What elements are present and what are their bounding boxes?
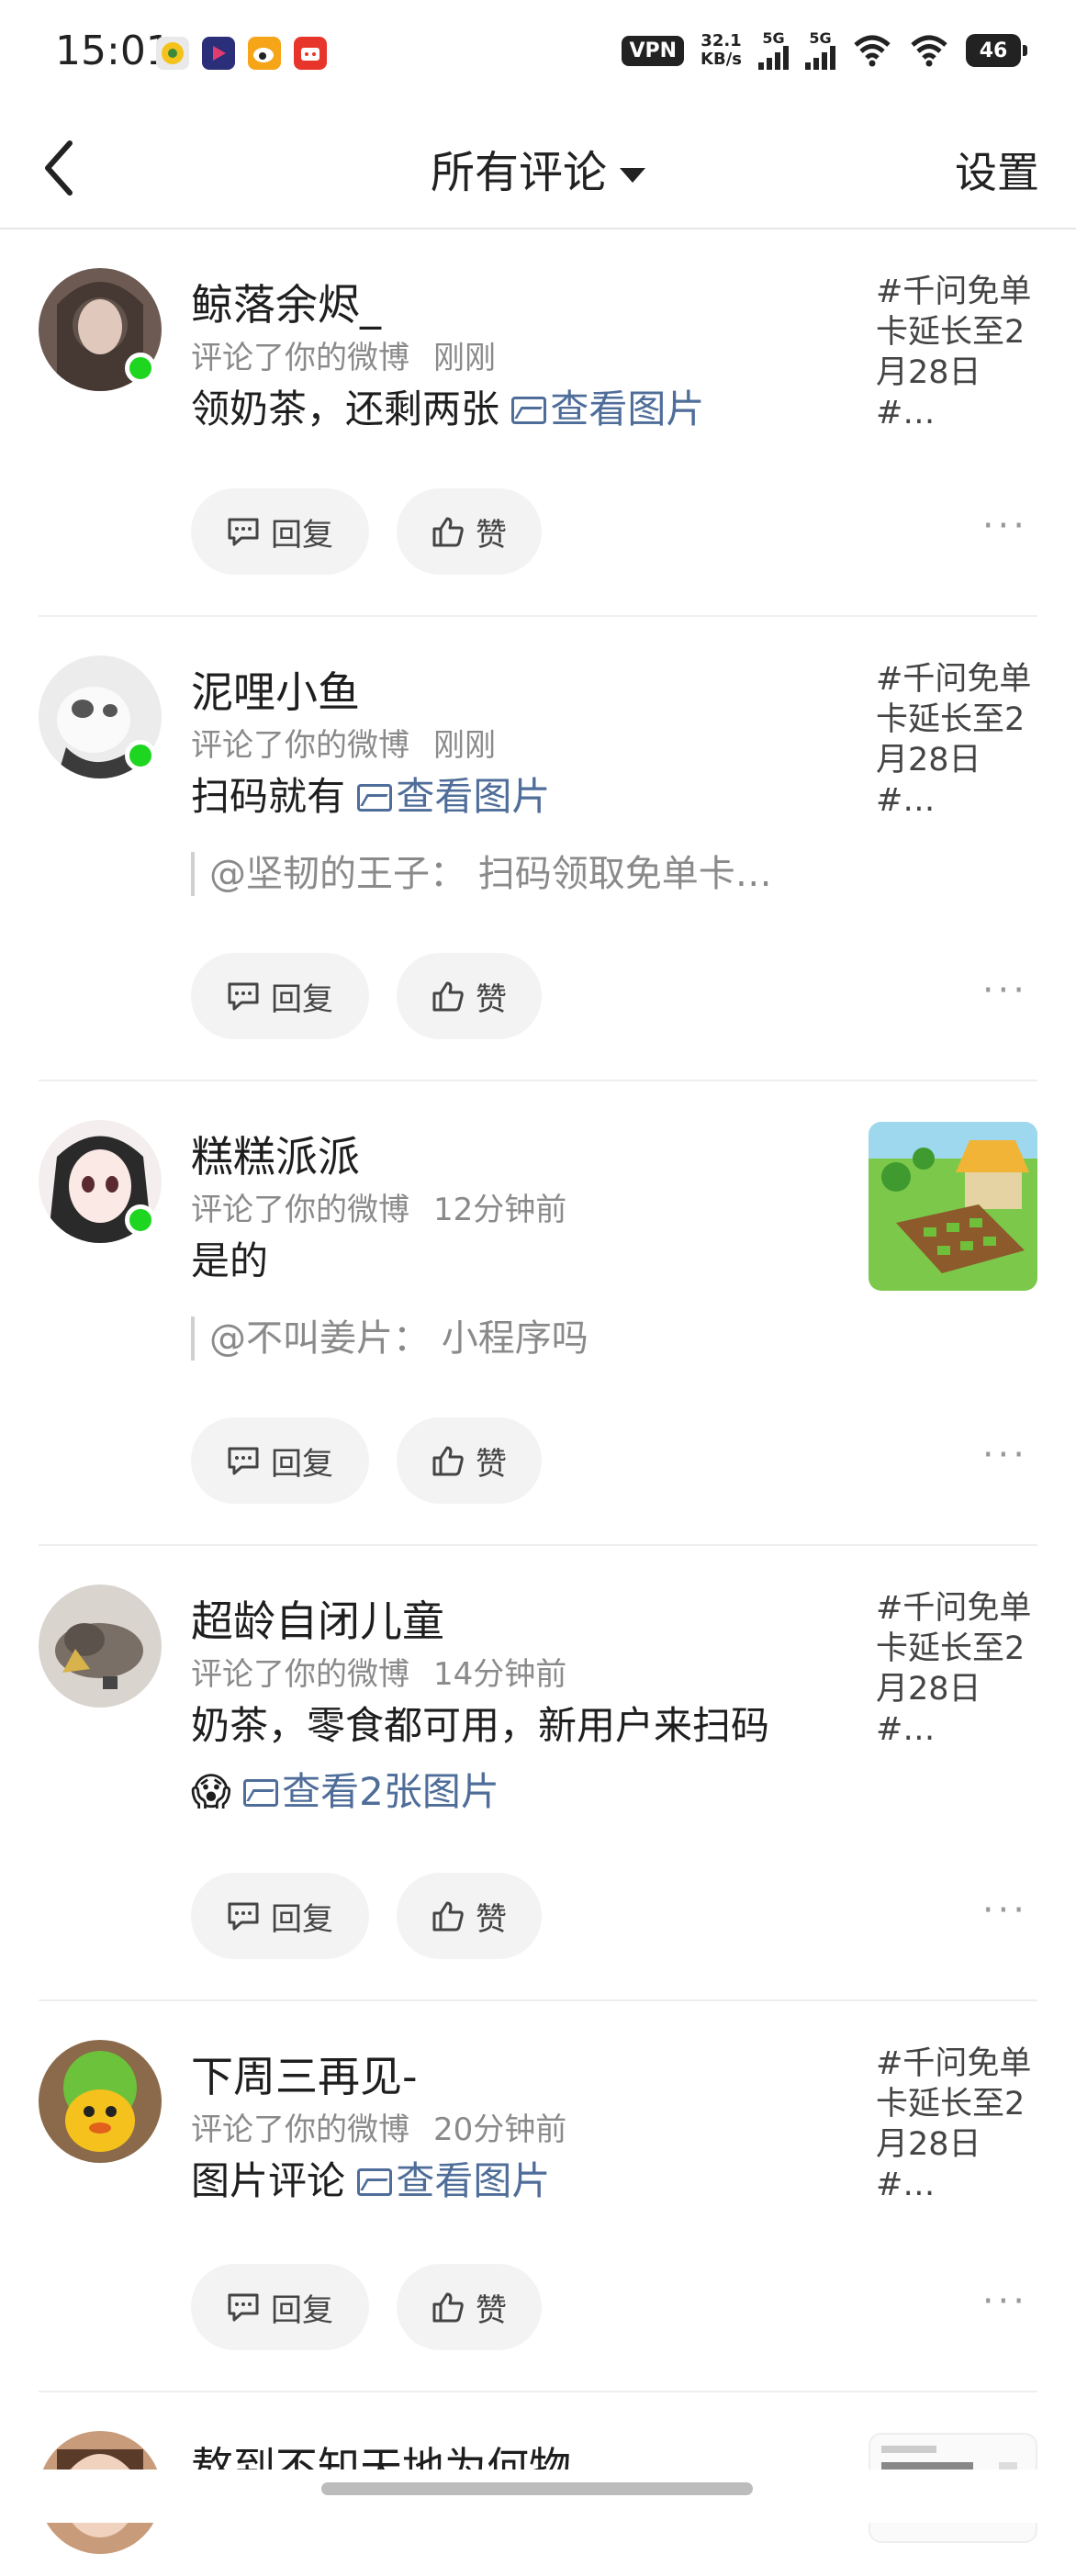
status-time: 15:01 [55,28,172,74]
thumbs-up-icon [432,517,464,547]
comment-meta: 评论了你的微博 20分钟前 [191,2111,567,2148]
vpn-badge: VPN [622,35,685,66]
image-icon [357,2168,393,2196]
like-button[interactable]: 赞 [397,1417,542,1504]
view-image-link[interactable]: 查看图片 [511,386,704,431]
comment-meta: 评论了你的微博 刚刚 [191,727,496,764]
quoted-comment[interactable]: @坚韧的王子： 扫码领取免单卡… [191,852,772,896]
comment-icon [228,982,259,1011]
topic-snippet[interactable]: #千问免单卡延长至2月28日#… [876,2044,1037,2205]
comment-text: 是的 [191,1238,269,1283]
like-button[interactable]: 赞 [397,488,542,575]
reply-button[interactable]: 回复 [191,953,369,1039]
more-options-button[interactable]: ··· [982,969,1028,1012]
image-icon [357,784,393,812]
more-options-button[interactable]: ··· [982,1889,1028,1932]
comment-item[interactable]: 鲸落余烬_ 评论了你的微博 刚刚 #千问免单卡延长至2月28日#… 领奶茶，还剩两… [39,230,1037,617]
comment-text: 领奶茶，还剩两张 查看图片 [191,386,705,431]
app-icon-2 [202,37,235,70]
thumbs-up-icon [432,1901,464,1932]
comment-icon [228,2293,259,2322]
reply-button[interactable]: 回复 [191,1873,369,1959]
view-image-link[interactable]: 查看图片 [357,774,550,819]
image-icon [243,1779,279,1807]
network-speed: 32.1 KB/s [701,31,742,69]
comment-text: 奶茶，零食都可用，新用户来扫码 😱 查看2张图片 [191,1703,770,1814]
battery-icon: 46 [966,34,1027,67]
weibo-icon [248,37,281,70]
app-icon-1 [156,37,189,70]
topic-snippet[interactable]: #千问免单卡延长至2月28日#… [876,272,1037,433]
comment-icon [228,1902,259,1931]
comment-list: 鲸落余烬_ 评论了你的微博 刚刚 #千问免单卡延长至2月28日#… 领奶茶，还剩两… [0,230,1076,2576]
page-title: 所有评论 [430,147,607,198]
more-options-button[interactable]: ··· [982,505,1028,547]
thumbs-up-icon [432,2292,464,2323]
comment-icon [228,518,259,546]
comment-item[interactable]: 下周三再见- 评论了你的微博 20分钟前 #千问免单卡延长至2月28日#… 图片评… [39,2001,1037,2392]
reply-button[interactable]: 回复 [191,2264,369,2350]
nav-bar: 所有评论 设置 [0,108,1076,230]
user-name[interactable]: 超龄自闭儿童 [191,1588,444,1649]
thumbs-up-icon [432,981,464,1012]
comment-item[interactable]: 泥哩小鱼 评论了你的微博 刚刚 #千问免单卡延长至2月28日#… 扫码就有 查看图… [39,617,1037,1081]
reply-button[interactable]: 回复 [191,1417,369,1504]
caret-down-icon [620,168,645,183]
wifi-icon-1 [854,35,891,67]
comment-icon [228,1447,259,1475]
topic-snippet[interactable]: #千问免单卡延长至2月28日#… [876,1588,1037,1750]
view-image-link[interactable]: 查看图片 [357,2158,550,2203]
thumbs-up-icon [432,1446,464,1476]
topic-snippet[interactable]: #千问免单卡延长至2月28日#… [876,659,1037,821]
shocked-emoji: 😱 [191,1769,231,1814]
user-name[interactable]: 糕糕派派 [191,1124,360,1184]
comment-item[interactable]: 糕糕派派 评论了你的微博 12分钟前 是的 @不叫姜片： 小程序吗 回复 赞 ··… [39,1081,1037,1546]
page-title-dropdown[interactable]: 所有评论 [0,136,1076,200]
like-button[interactable]: 赞 [397,953,542,1039]
online-status-dot [125,353,156,384]
quoted-comment[interactable]: @不叫姜片： 小程序吗 [191,1316,588,1361]
reply-button[interactable]: 回复 [191,488,369,575]
online-status-dot [125,740,156,771]
user-name[interactable]: 下周三再见- [191,2044,418,2104]
settings-button[interactable]: 设置 [955,140,1039,200]
post-thumbnail[interactable] [869,1122,1037,1291]
like-button[interactable]: 赞 [397,1873,542,1959]
online-status-dot [125,1204,156,1236]
signal-icon-1: 5G [758,31,789,70]
app-icon-4 [294,37,327,70]
status-bar: 15:01 VPN 32.1 KB/s 5G 5G 46 [0,0,1076,108]
signal-icon-2: 5G [805,31,835,70]
image-icon [511,397,547,424]
view-images-link[interactable]: 查看2张图片 [243,1769,499,1814]
avatar[interactable] [39,1585,162,1708]
avatar[interactable] [39,2040,162,2163]
comment-item[interactable]: 超龄自闭儿童 评论了你的微博 14分钟前 #千问免单卡延长至2月28日#… 奶茶，… [39,1546,1037,2001]
user-name[interactable]: 泥哩小鱼 [191,659,360,720]
more-options-button[interactable]: ··· [982,2280,1028,2323]
more-options-button[interactable]: ··· [982,1434,1028,1476]
comment-text: 扫码就有 查看图片 [191,774,551,819]
like-button[interactable]: 赞 [397,2264,542,2350]
comment-text: 图片评论 查看图片 [191,2158,551,2203]
comment-meta: 评论了你的微博 12分钟前 [191,1192,567,1228]
home-indicator[interactable] [321,2482,753,2495]
bottom-safe-area [0,2470,1076,2523]
comment-meta: 评论了你的微博 刚刚 [191,340,496,376]
status-app-icons [156,37,327,70]
user-name[interactable]: 鲸落余烬_ [191,272,381,332]
status-indicators: VPN 32.1 KB/s 5G 5G 46 [622,31,1027,70]
comment-meta: 评论了你的微博 14分钟前 [191,1656,567,1693]
wifi-icon-2 [911,35,947,67]
